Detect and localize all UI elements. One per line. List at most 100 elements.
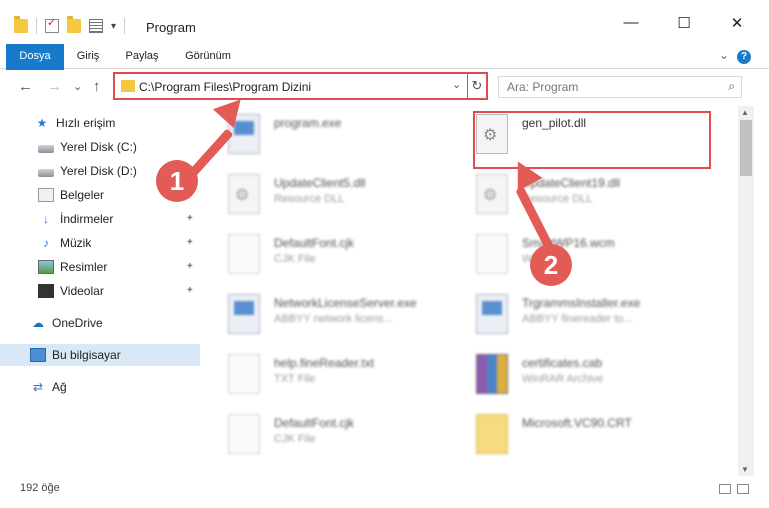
- quick-access-toolbar: ▾: [14, 16, 126, 34]
- file-item[interactable]: help.fineReader.txt TXT File: [206, 346, 446, 402]
- refresh-button[interactable]: ↻: [467, 74, 486, 98]
- sidebar-item-videos[interactable]: Videolar ✦: [0, 280, 200, 302]
- scrollbar-thumb[interactable]: [740, 120, 752, 176]
- file-item[interactable]: NetworkLicenseServer.exe ABBYY network l…: [206, 286, 446, 342]
- file-type: Resource DLL: [522, 193, 593, 205]
- item-count: 192 öğe: [20, 482, 60, 494]
- sidebar-item-local-disk-c[interactable]: Yerel Disk (C:): [0, 136, 200, 158]
- documents-icon: [38, 188, 54, 202]
- tab-paylas[interactable]: Paylaş: [118, 44, 166, 69]
- dll-file-icon: [228, 174, 260, 214]
- window-title: Program: [146, 20, 196, 35]
- toolbar-separator: [36, 18, 37, 34]
- onedrive-icon: ☁: [32, 316, 44, 330]
- file-item[interactable]: UpdateClient19.dll Resource DLL: [454, 166, 694, 222]
- file-item[interactable]: TrgrammsInstaller.exe ABBYY finereader t…: [454, 286, 694, 342]
- sidebar-item-label: Yerel Disk (D:): [60, 164, 137, 178]
- document-file-icon: [228, 234, 260, 274]
- chevron-down-icon[interactable]: ⌄: [452, 78, 461, 91]
- videos-icon: [38, 284, 54, 298]
- sidebar-item-label: Ağ: [52, 380, 67, 394]
- file-type: TXT File: [274, 373, 316, 385]
- address-path[interactable]: C:\Program Files\Program Dizini: [139, 80, 311, 94]
- file-name: TrgrammsInstaller.exe: [522, 296, 641, 310]
- pictures-icon: [38, 260, 54, 274]
- file-type: CJK File: [274, 433, 316, 445]
- music-icon: ♪: [43, 236, 49, 250]
- search-placeholder[interactable]: Ara: Program: [507, 80, 578, 94]
- status-bar: 192 öğe: [0, 476, 769, 508]
- sidebar-item-quick-access[interactable]: ★ Hızlı erişim: [0, 112, 200, 134]
- file-item[interactable]: UpdateClient5.dll Resource DLL: [206, 166, 446, 222]
- search-icon[interactable]: ⌕: [728, 79, 735, 94]
- file-type: WinRAR Archive: [522, 373, 604, 385]
- exe-file-icon: [476, 294, 508, 334]
- file-item[interactable]: DefaultFont.cjk CJK File: [206, 406, 446, 462]
- sidebar-item-music[interactable]: ♪ Müzik ✦: [0, 232, 200, 254]
- document-file-icon: [476, 234, 508, 274]
- forward-button[interactable]: →: [47, 78, 62, 95]
- address-bar[interactable]: C:\Program Files\Program Dizini ⌄ ↻: [113, 72, 488, 100]
- minimize-button[interactable]: —: [608, 14, 654, 31]
- vertical-scrollbar[interactable]: ▲ ▼: [738, 106, 754, 476]
- maximize-button[interactable]: ☐: [661, 14, 707, 32]
- file-name: NetworkLicenseServer.exe: [274, 296, 417, 310]
- file-type: ABBYY network licens...: [274, 313, 393, 325]
- scroll-down-icon[interactable]: ▼: [741, 465, 749, 474]
- view-toggles: [719, 484, 749, 494]
- tab-giris[interactable]: Giriş: [68, 44, 108, 69]
- folder-icon[interactable]: [14, 16, 28, 33]
- file-type: ABBYY finereader to...: [522, 313, 633, 325]
- help-icon[interactable]: ?: [737, 50, 751, 64]
- sidebar-item-label: OneDrive: [52, 316, 103, 330]
- file-type: Resource DLL: [274, 193, 345, 205]
- up-button[interactable]: ↑: [93, 78, 101, 95]
- file-item[interactable]: Microsoft.VC90.CRT: [454, 406, 694, 462]
- pin-icon[interactable]: ✦: [186, 237, 194, 248]
- scroll-up-icon[interactable]: ▲: [741, 108, 749, 117]
- sidebar-item-network[interactable]: ⇄ Ağ: [0, 376, 200, 398]
- title-bar: ▾ Program — ☐ ✕: [0, 0, 769, 44]
- back-button[interactable]: ←: [18, 78, 33, 95]
- sidebar-item-label: Müzik: [60, 236, 92, 250]
- sidebar-item-label: Bu bilgisayar: [52, 348, 121, 362]
- sidebar-item-downloads[interactable]: ↓ İndirmeler ✦: [0, 208, 200, 230]
- file-name: program.exe: [274, 116, 342, 130]
- ribbon-tabs: Dosya Giriş Paylaş Görünüm ⌄ ?: [0, 44, 769, 100]
- toolbar-dropdown-icon[interactable]: ▾: [111, 21, 116, 32]
- callout-badge-2: 2: [530, 244, 572, 286]
- drive-icon: [38, 144, 54, 153]
- file-item[interactable]: DefaultFont.cjk CJK File: [206, 226, 446, 282]
- exe-file-icon: [228, 294, 260, 334]
- tab-gorunum[interactable]: Görünüm: [178, 44, 238, 69]
- file-name: help.fineReader.txt: [274, 356, 375, 370]
- expand-ribbon-icon[interactable]: ⌄: [719, 48, 729, 62]
- folder-icon: [121, 80, 135, 92]
- file-item[interactable]: certificates.cab WinRAR Archive: [454, 346, 694, 402]
- new-folder-icon[interactable]: [67, 16, 81, 33]
- sidebar-item-this-pc[interactable]: Bu bilgisayar: [0, 344, 200, 366]
- pin-icon[interactable]: ✦: [186, 261, 194, 272]
- sidebar-item-label: İndirmeler: [60, 212, 114, 226]
- customize-toolbar-icon[interactable]: [89, 19, 103, 33]
- document-file-icon: [228, 414, 260, 454]
- folder-icon: [476, 414, 508, 454]
- details-view-icon[interactable]: [719, 484, 731, 494]
- sidebar-item-label: Belgeler: [60, 188, 105, 202]
- target-file-highlight: [473, 111, 711, 169]
- sidebar-item-onedrive[interactable]: ☁ OneDrive: [0, 312, 200, 334]
- sidebar-item-label: Yerel Disk (C:): [60, 140, 137, 154]
- close-button[interactable]: ✕: [714, 14, 760, 32]
- pin-icon[interactable]: ✦: [186, 285, 194, 296]
- recent-locations-button[interactable]: ⌄: [73, 80, 82, 93]
- search-box[interactable]: Ara: Program ⌕: [498, 76, 742, 98]
- sidebar-item-pictures[interactable]: Resimler ✦: [0, 256, 200, 278]
- navigation-bar: ← → ⌄ ↑ C:\Program Files\Program Dizini …: [0, 70, 769, 104]
- file-name: DefaultFont.cjk: [274, 236, 355, 250]
- large-icons-view-icon[interactable]: [737, 484, 749, 494]
- file-item[interactable]: SmartWP16.wcm WCM File: [454, 226, 694, 282]
- callout-badge-1: 1: [156, 160, 198, 202]
- pin-icon[interactable]: ✦: [186, 213, 194, 224]
- downloads-icon: ↓: [43, 212, 49, 226]
- properties-check-icon[interactable]: [45, 16, 59, 33]
